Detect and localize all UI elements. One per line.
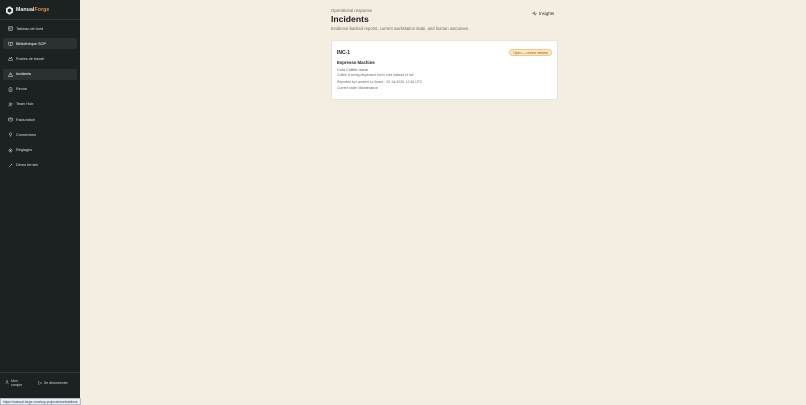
sidebar-divider bbox=[0, 19, 80, 20]
sidebar-item-label: Incidents bbox=[16, 72, 32, 77]
account-label: Mon compte bbox=[11, 379, 23, 387]
sidebar-item-dashboard[interactable]: Tableau de bord bbox=[3, 23, 77, 34]
sidebar-footer: Mon compte Se déconnecter bbox=[0, 372, 80, 394]
incident-card[interactable]: INC-1 Open — review needed Espresso Mach… bbox=[331, 40, 558, 100]
sidebar-item-settings[interactable]: Réglages bbox=[3, 145, 77, 156]
logout-button[interactable]: Se déconnecter bbox=[38, 381, 68, 385]
page-eyebrow: Operational response bbox=[331, 8, 373, 13]
users-icon bbox=[8, 102, 13, 107]
sidebar-item-billing[interactable]: Facturation bbox=[3, 114, 77, 125]
logo-icon bbox=[6, 5, 13, 15]
gear-icon bbox=[8, 148, 13, 153]
incident-description: Coffee is being dispensed but is cold in… bbox=[337, 73, 414, 77]
brand-name: ManualForge bbox=[16, 7, 50, 13]
grid-icon bbox=[8, 26, 13, 31]
incident-machine: Espresso Machine bbox=[337, 60, 375, 65]
incident-current-state: Current state: Maintenance bbox=[337, 86, 378, 90]
book-icon bbox=[8, 41, 13, 46]
main-content: Operational response Incidents Evidence-… bbox=[80, 0, 806, 405]
alert-triangle-icon bbox=[8, 71, 13, 77]
page-subtitle: Evidence-backed reports, current worksta… bbox=[331, 26, 470, 31]
incident-reported: Reported by Lambert Le Boeuf · 20 Jul 20… bbox=[337, 79, 423, 84]
brand-logo[interactable]: ManualForge bbox=[6, 5, 49, 15]
sidebar-nav: Tableau de bord Bibliothèque SOP Postes … bbox=[3, 23, 77, 175]
logout-icon bbox=[38, 381, 42, 385]
wand-icon bbox=[8, 163, 13, 168]
sidebar-item-incidents[interactable]: Incidents bbox=[3, 68, 77, 80]
sidebar-item-label: Réglages bbox=[16, 148, 33, 152]
sidebar-item-review[interactable]: Revue bbox=[3, 84, 77, 95]
status-url: https://manual-forge.com/sop-projects/wo… bbox=[0, 398, 81, 405]
sidebar-item-workstations[interactable]: Postes de travail bbox=[3, 53, 77, 64]
sidebar-item-label: Team Hub bbox=[16, 102, 34, 107]
clipboard-icon bbox=[8, 87, 13, 92]
sidebar-item-label: Tableau de bord bbox=[16, 26, 44, 31]
sidebar-item-label: Facturation bbox=[16, 117, 35, 122]
sidebar-item-team-hub[interactable]: Team Hub bbox=[3, 99, 77, 110]
incident-issue: Cold Coffee Issue bbox=[337, 66, 368, 72]
sidebar-item-connections[interactable]: Connexions bbox=[3, 129, 77, 140]
sidebar-item-sop-library[interactable]: Bibliothèque SOP bbox=[3, 38, 77, 50]
logout-label: Se déconnecter bbox=[44, 381, 68, 385]
sidebar-item-label: Connexions bbox=[16, 132, 37, 137]
page-title: Incidents bbox=[331, 14, 369, 24]
sidebar: ManualForge Tableau de bord Bibliothèque… bbox=[0, 0, 80, 405]
sidebar-item-label: Démo terrain bbox=[16, 163, 38, 168]
insights-label: Insights bbox=[539, 11, 555, 16]
card-icon bbox=[8, 117, 13, 122]
user-icon bbox=[5, 380, 9, 384]
insights-button[interactable]: Insights bbox=[532, 11, 554, 16]
sidebar-item-label: Postes de travail bbox=[16, 56, 45, 61]
sidebar-item-label: Revue bbox=[16, 87, 27, 92]
incident-id: INC-1 bbox=[337, 50, 351, 56]
account-link[interactable]: Mon compte bbox=[5, 379, 25, 387]
sidebar-item-label: Bibliothèque SOP bbox=[16, 41, 46, 46]
activity-icon bbox=[532, 11, 537, 16]
sidebar-item-field-demo[interactable]: Démo terrain bbox=[3, 160, 77, 171]
plug-icon bbox=[8, 132, 13, 138]
status-badge: Open — review needed bbox=[509, 49, 552, 56]
workstation-icon bbox=[8, 56, 13, 62]
